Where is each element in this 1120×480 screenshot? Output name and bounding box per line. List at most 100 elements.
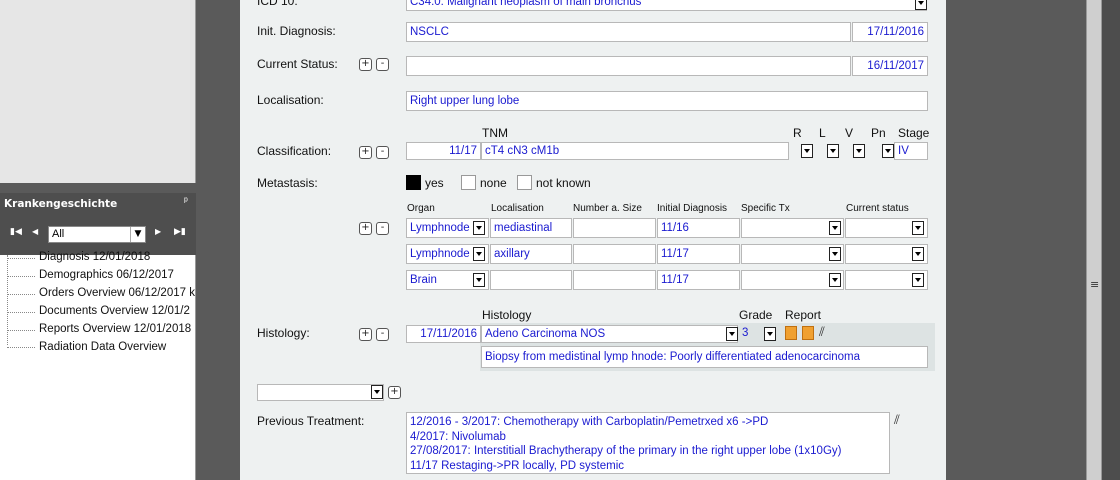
- meta-organ-dropdown[interactable]: [473, 221, 485, 235]
- pn-header: Pn: [871, 126, 886, 140]
- v-dropdown[interactable]: [853, 144, 865, 158]
- history-item-radiation[interactable]: Radiation Data Overview: [39, 341, 166, 353]
- histology-note-field[interactable]: Biopsy from medistinal lymp hnode: Poorl…: [481, 346, 928, 368]
- remove-status-button[interactable]: -: [376, 58, 389, 71]
- tree-vline: [7, 255, 8, 345]
- pin-icon[interactable]: ᵖ: [184, 196, 188, 207]
- histology-field[interactable]: Adeno Carcinoma NOS: [481, 325, 738, 343]
- meta-localisation-field[interactable]: mediastinal: [490, 218, 572, 238]
- tree-branch: [7, 276, 35, 277]
- meta-date-field[interactable]: 11/16: [657, 218, 740, 238]
- init-diagnosis-date[interactable]: 17/11/2016: [852, 22, 928, 42]
- tnm-header: TNM: [482, 126, 508, 140]
- treatment-paperclip-icon[interactable]: ⫽: [894, 413, 900, 428]
- treatment-line: 12/2016 - 3/2017: Chemotherapy with Carb…: [410, 416, 769, 428]
- tree-branch: [7, 347, 35, 348]
- nav-last-icon[interactable]: ▶▮: [174, 227, 186, 237]
- r-dropdown[interactable]: [801, 144, 813, 158]
- tnm-field[interactable]: cT4 cN3 cM1b: [481, 142, 789, 160]
- nav-prev-icon[interactable]: ◀: [32, 227, 38, 236]
- nav-next-icon[interactable]: ▶: [155, 227, 161, 236]
- history-tree: Diagnosis 12/01/2018 Demographics 06/12/…: [0, 251, 196, 480]
- treatment-line: 4/2017: Nivolumab: [410, 430, 506, 443]
- meta-specific-tx-dropdown[interactable]: [829, 221, 841, 235]
- paperclip-icon[interactable]: ⫽: [819, 325, 825, 340]
- icd-dropdown[interactable]: [915, 0, 927, 10]
- tree-branch: [7, 312, 35, 313]
- meta-size-field[interactable]: [573, 270, 656, 290]
- meta-specific-tx-dropdown[interactable]: [829, 247, 841, 261]
- splitter-handle-icon: ≡: [1090, 278, 1100, 291]
- stage-field[interactable]: IV: [894, 142, 928, 160]
- meta-size-field[interactable]: [573, 218, 656, 238]
- add-extra-button[interactable]: +: [388, 386, 401, 399]
- meta-specific-tx-header: Specific Tx: [741, 203, 790, 214]
- current-status-date[interactable]: 16/11/2017: [852, 56, 928, 76]
- stage-header: Stage: [898, 126, 930, 140]
- init-diagnosis-label: Init. Diagnosis:: [257, 24, 336, 38]
- extra-select[interactable]: [257, 384, 384, 401]
- previous-treatment-label: Previous Treatment:: [257, 414, 365, 428]
- history-item-documents[interactable]: Documents Overview 12/01/2: [39, 305, 190, 317]
- history-item-reports[interactable]: Reports Overview 12/01/2018: [39, 323, 191, 335]
- treatment-line: 27/08/2017: Interstitiall Brachytherapy …: [410, 445, 842, 457]
- meta-none-checkbox[interactable]: [461, 175, 476, 190]
- classification-date[interactable]: 11/17: [406, 142, 481, 160]
- history-item-orders[interactable]: Orders Overview 06/12/2017 k: [39, 287, 195, 299]
- pn-dropdown[interactable]: [882, 144, 894, 158]
- add-status-button[interactable]: +: [359, 58, 372, 71]
- meta-organ-dropdown[interactable]: [473, 247, 485, 261]
- diagnosis-form: ICD 10: C34.0: Malignant neoplasm of mai…: [240, 0, 946, 480]
- history-title: Krankengeschichte: [4, 198, 118, 210]
- remove-metastasis-button[interactable]: -: [376, 222, 389, 235]
- current-status-label: Current Status:: [257, 57, 338, 71]
- icd-value: C34.0: Malignant neoplasm of main bronch…: [410, 0, 642, 8]
- histology-dropdown[interactable]: [726, 327, 738, 341]
- history-header: Krankengeschichte ᵖ: [0, 193, 196, 215]
- remove-histology-button[interactable]: -: [376, 328, 389, 341]
- histology-date[interactable]: 17/11/2016: [406, 325, 481, 343]
- icd-field[interactable]: C34.0: Malignant neoplasm of main bronch…: [406, 0, 927, 11]
- meta-size-header: Number a. Size: [573, 203, 642, 214]
- meta-yes-checkbox[interactable]: [406, 175, 421, 190]
- meta-localisation-header: Localisation: [491, 203, 544, 214]
- grade-dropdown[interactable]: [764, 327, 776, 341]
- history-filter-select[interactable]: All ▼: [48, 226, 146, 243]
- meta-organ-header: Organ: [407, 203, 435, 214]
- classification-label: Classification:: [257, 144, 332, 158]
- add-metastasis-button[interactable]: +: [359, 222, 372, 235]
- meta-none-label: none: [480, 176, 507, 190]
- meta-not-known-checkbox[interactable]: [517, 175, 532, 190]
- nav-first-icon[interactable]: ▮◀: [10, 227, 22, 237]
- meta-date-field[interactable]: 11/17: [657, 270, 740, 290]
- meta-specific-tx-dropdown[interactable]: [829, 273, 841, 287]
- init-diagnosis-field[interactable]: NSCLC: [406, 22, 851, 42]
- tree-branch: [7, 258, 35, 259]
- report-icon-2[interactable]: [802, 326, 814, 340]
- l-dropdown[interactable]: [827, 144, 839, 158]
- add-histology-button[interactable]: +: [359, 328, 372, 341]
- right-splitter[interactable]: ≡: [1086, 0, 1102, 480]
- current-status-field[interactable]: [406, 56, 851, 76]
- meta-current-status-dropdown[interactable]: [912, 247, 924, 261]
- add-classification-button[interactable]: +: [359, 146, 372, 159]
- previous-treatment-field[interactable]: 12/2016 - 3/2017: Chemotherapy with Carb…: [406, 412, 890, 474]
- history-item-diagnosis[interactable]: Diagnosis 12/01/2018: [39, 251, 150, 263]
- treatment-line: 11/17 Restaging->PR locally, PD systemic: [410, 459, 625, 472]
- histology-header: Histology: [482, 308, 532, 322]
- remove-classification-button[interactable]: -: [376, 146, 389, 159]
- meta-size-field[interactable]: [573, 244, 656, 264]
- localisation-field[interactable]: Right upper lung lobe: [406, 91, 928, 111]
- history-item-demographics[interactable]: Demographics 06/12/2017: [39, 269, 174, 281]
- extra-select-dropdown[interactable]: [371, 385, 383, 399]
- meta-localisation-field[interactable]: axillary: [490, 244, 572, 264]
- report-icon[interactable]: [785, 326, 797, 340]
- meta-date-field[interactable]: 11/17: [657, 244, 740, 264]
- meta-current-status-dropdown[interactable]: [912, 221, 924, 235]
- meta-organ-dropdown[interactable]: [473, 273, 485, 287]
- left-panel-gap: [0, 183, 196, 193]
- right-edge: [1102, 0, 1120, 480]
- meta-current-status-dropdown[interactable]: [912, 273, 924, 287]
- metastasis-label: Metastasis:: [257, 176, 318, 190]
- meta-localisation-field[interactable]: [490, 270, 572, 290]
